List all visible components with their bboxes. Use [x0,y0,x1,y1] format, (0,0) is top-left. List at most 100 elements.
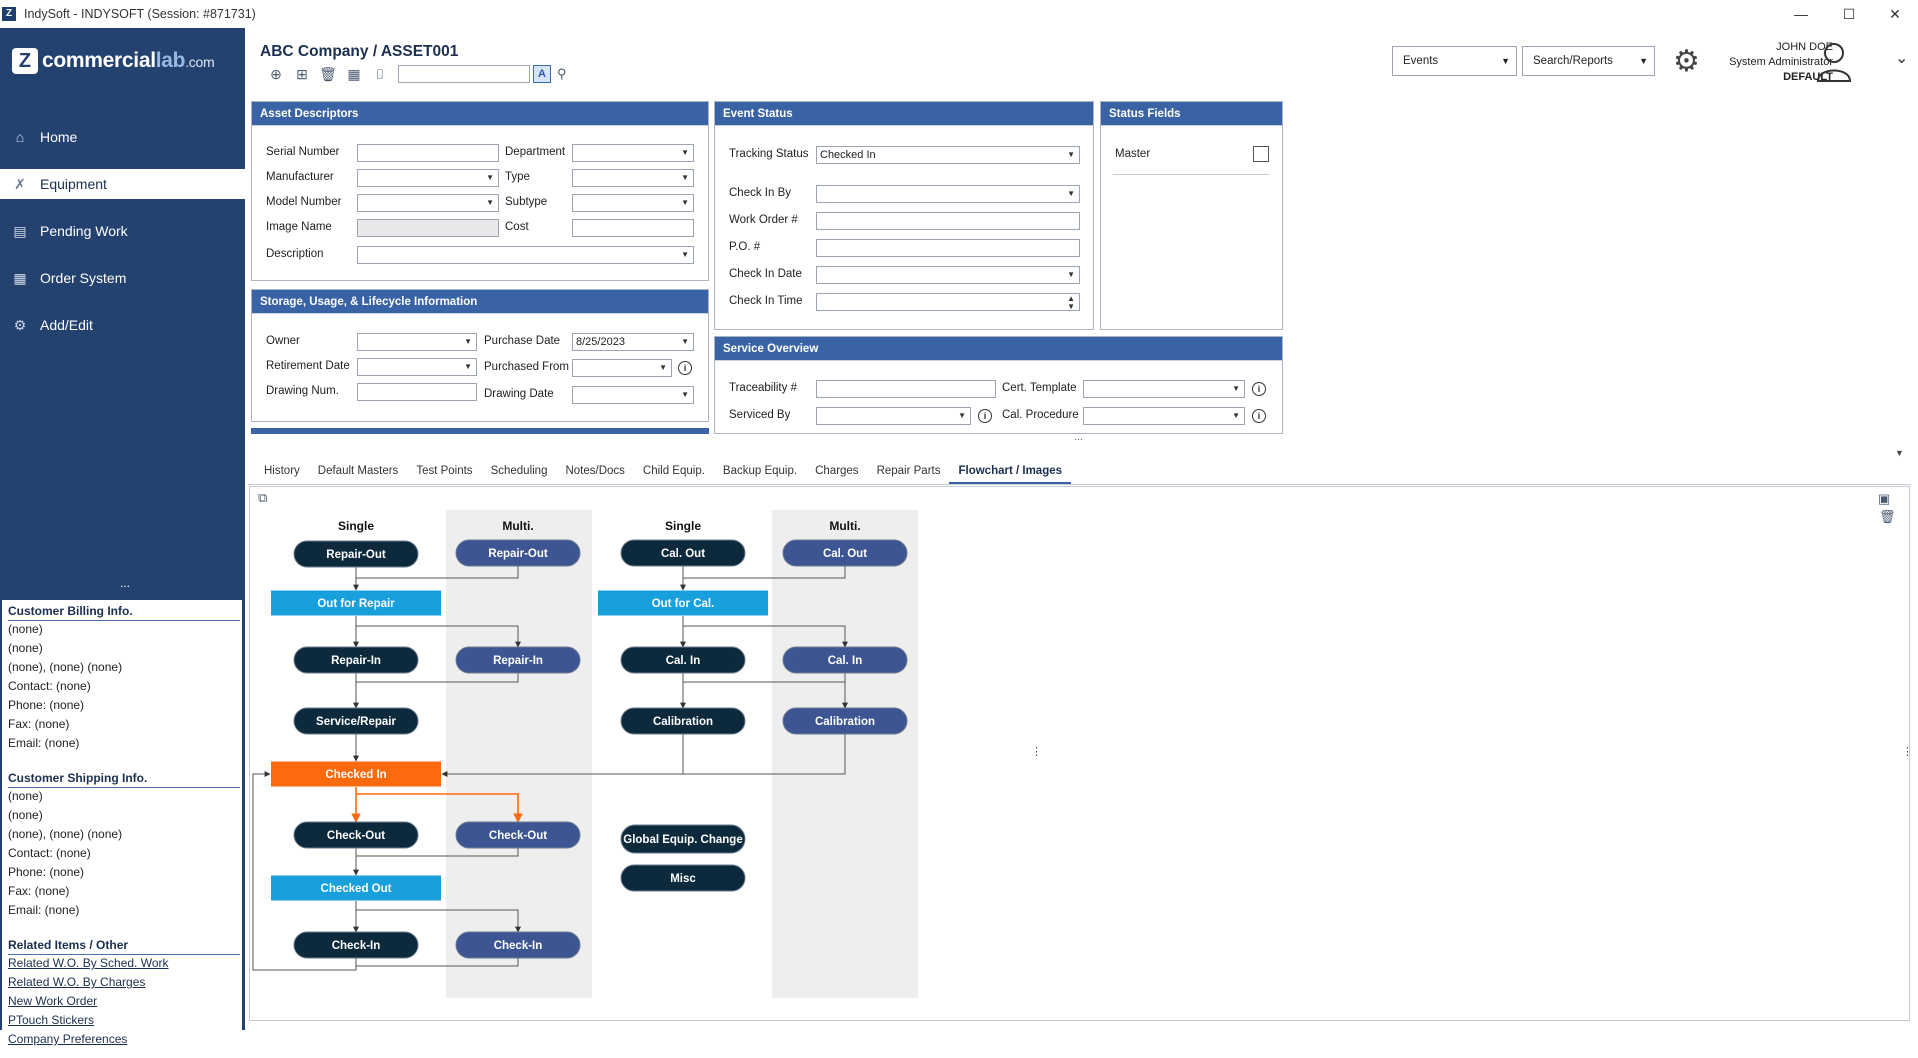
flow-node-cal-in-s[interactable]: Cal. In [620,646,746,674]
manufacturer-select[interactable]: ▼ [357,169,499,187]
related-link-related-w-o-by-charges[interactable]: Related W.O. By Charges [8,975,145,989]
find-input[interactable] [398,65,530,83]
work-order-input[interactable] [816,212,1080,230]
search-icon[interactable]: ⚲ [557,66,567,82]
owner-select[interactable]: ▼ [357,333,477,351]
info-icon[interactable]: i [1252,409,1266,423]
vertical-dots-icon[interactable]: ⋮ [1902,745,1913,758]
find-mode-button[interactable]: A [533,65,551,83]
info-icon[interactable]: i [678,361,692,375]
tab-test-points[interactable]: Test Points [407,457,481,485]
avatar-icon[interactable] [1816,40,1852,82]
department-select[interactable]: ▼ [572,144,694,162]
nav-item-add-edit[interactable]: ⚙ Add/Edit [0,310,245,340]
nav-item-pending-work[interactable]: ▤ Pending Work [0,216,245,246]
flow-node-repair-in-m[interactable]: Repair-In [455,646,581,674]
flow-node-out-for-cal[interactable]: Out for Cal. [598,590,768,616]
tab-notes-docs[interactable]: Notes/Docs [556,457,633,485]
flow-node-check-out-m[interactable]: Check-Out [455,821,581,849]
search-reports-dropdown[interactable]: Search/Reports ▼ [1522,46,1655,76]
purchased-from-select[interactable]: ▼ [572,359,672,377]
checkin-time-spinner[interactable]: ▲ ▼ [816,293,1080,311]
flow-node-checked-out[interactable]: Checked Out [271,875,441,901]
flow-node-calibration-s[interactable]: Calibration [620,707,746,735]
flow-node-check-out-s[interactable]: Check-Out [293,821,419,849]
nav-item-home[interactable]: ⌂ Home [0,122,245,152]
cal-procedure-select[interactable]: ▼ [1083,407,1245,425]
add-multiple-icon[interactable]: ⊞ [289,66,315,83]
cert-template-select[interactable]: ▼ [1083,380,1245,398]
close-button[interactable]: ✕ [1872,0,1918,28]
maximize-button[interactable]: ☐ [1826,0,1872,28]
vertical-dots-icon[interactable]: ⋮ [1031,745,1042,758]
image-icon[interactable]: ▣ [1878,491,1890,507]
tab-scheduling[interactable]: Scheduling [482,457,557,485]
flow-node-misc[interactable]: Misc [620,864,746,892]
flow-node-repair-in-s[interactable]: Repair-In [293,646,419,674]
bookmark-icon[interactable]: ⌷ [367,66,393,83]
more-dots[interactable]: ... [120,576,130,590]
info-icon[interactable]: i [978,409,992,423]
flow-node-global-change[interactable]: Global Equip. Change [620,824,746,854]
serviced-by-select[interactable]: ▼ [816,407,971,425]
model-number-select[interactable]: ▼ [357,194,499,212]
trash-icon[interactable]: 🗑 [1879,509,1896,525]
description-select[interactable]: ▼ [357,246,694,264]
events-dropdown[interactable]: Events ▼ [1392,46,1517,76]
flow-node-cal-out-s[interactable]: Cal. Out [620,539,746,567]
master-checkbox[interactable] [1253,146,1269,162]
calendar-delete-icon[interactable]: ▦ [341,66,367,83]
traceability-input[interactable] [816,380,996,398]
cost-input[interactable] [572,219,694,237]
flow-node-out-for-repair[interactable]: Out for Repair [271,590,441,616]
related-link-company-preferences[interactable]: Company Preferences [8,1032,127,1046]
flow-node-cal-in-m[interactable]: Cal. In [782,646,908,674]
nav-item-order-system[interactable]: ▦ Order System [0,263,245,293]
tab-charges[interactable]: Charges [806,457,867,485]
collapsed-panel-header[interactable] [251,428,709,434]
drawing-num-input[interactable] [357,383,477,401]
tab-flowchart-images[interactable]: Flowchart / Images [949,457,1072,485]
asset-descriptors-panel: Asset Descriptors Serial Number Departme… [251,101,709,281]
purchase-date-input[interactable]: 8/25/2023 ▼ [572,333,694,351]
flow-node-check-in-m[interactable]: Check-In [455,931,581,959]
related-link-new-work-order[interactable]: New Work Order [8,994,97,1008]
tab-divider [248,484,1911,485]
traceability-label: Traceability # [729,382,797,394]
checkin-date-select[interactable]: ▼ [816,266,1080,284]
collapse-chevron-icon[interactable]: ▼ [1895,448,1904,458]
flow-node-calibration-m[interactable]: Calibration [782,707,908,735]
flow-node-cal-out-m[interactable]: Cal. Out [782,539,908,567]
flow-node-repair-out-s[interactable]: Repair-Out [293,540,419,568]
add-icon[interactable]: ⊕ [263,66,289,83]
gear-icon[interactable]: ⚙ [1673,44,1700,79]
calendar-icon: ▦ [13,269,27,286]
tab-backup-equip-[interactable]: Backup Equip. [714,457,806,485]
related-link-related-w-o-by-sched-work[interactable]: Related W.O. By Sched. Work [8,956,169,970]
nav-item-equipment[interactable]: ✗ Equipment [0,169,245,199]
flow-node-checked-in[interactable]: Checked In [271,761,441,787]
tracking-status-select[interactable]: Checked In ▼ [816,146,1080,164]
po-input[interactable] [816,239,1080,257]
serial-number-input[interactable] [357,144,499,162]
tab-child-equip-[interactable]: Child Equip. [634,457,714,485]
info-icon[interactable]: i [1252,382,1266,396]
retirement-date-select[interactable]: ▼ [357,358,477,376]
flow-node-service-repair[interactable]: Service/Repair [293,707,419,735]
delete-icon[interactable]: 🗑 [315,66,341,83]
minimize-button[interactable]: — [1778,0,1824,28]
tab-history[interactable]: History [255,457,309,485]
tab-default-masters[interactable]: Default Masters [309,457,408,485]
checkin-by-select[interactable]: ▼ [816,185,1080,203]
brand-logo[interactable]: Z commerciallab.com [12,48,215,74]
drawing-date-select[interactable]: ▼ [572,386,694,404]
subtype-select[interactable]: ▼ [572,194,694,212]
user-menu-chevron-icon[interactable]: ⌄ [1895,48,1908,68]
tab-repair-parts[interactable]: Repair Parts [868,457,950,485]
related-link-ptouch-stickers[interactable]: PTouch Stickers [8,1013,94,1027]
chevron-down-icon: ▼ [659,363,667,372]
flow-node-check-in-s[interactable]: Check-In [293,931,419,959]
flow-node-repair-out-m[interactable]: Repair-Out [455,539,581,567]
splitter-handle-icon[interactable]: ⋯ [1074,434,1083,445]
type-select[interactable]: ▼ [572,169,694,187]
